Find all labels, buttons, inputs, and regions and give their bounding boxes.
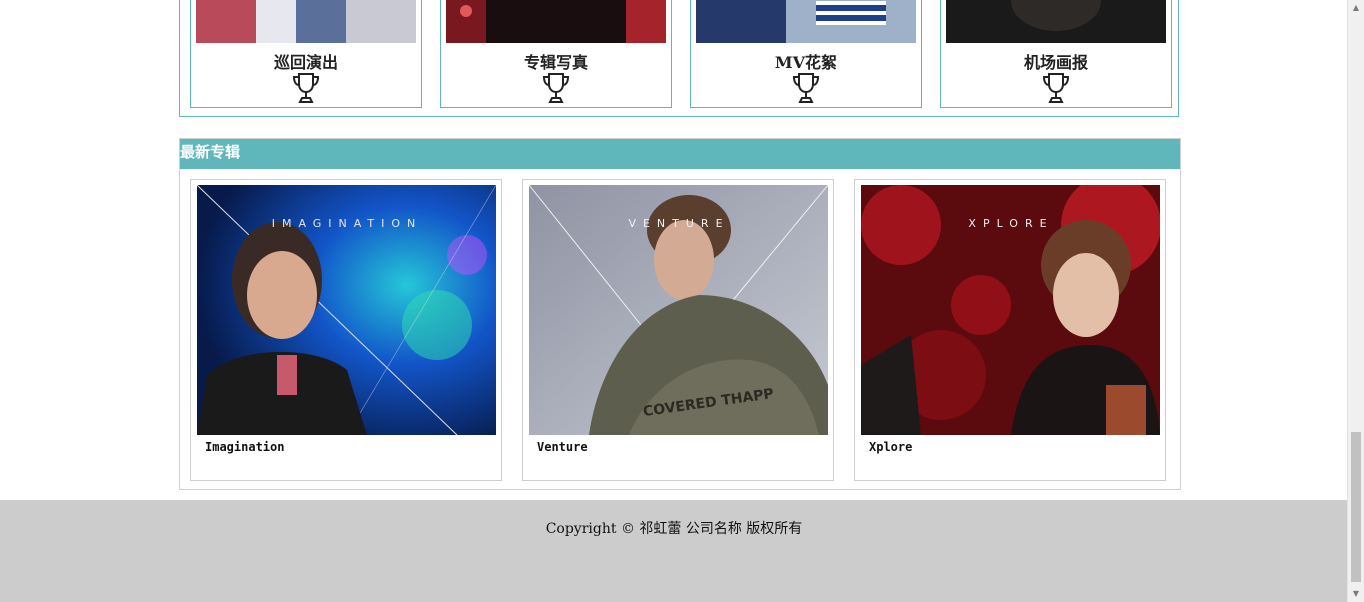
album-name[interactable]: Imagination [205,440,284,454]
scroll-up-arrow-icon[interactable]: ▲ [1348,0,1364,16]
album-card-xplore[interactable]: XPLORE Xplore [854,179,1166,481]
album-card-venture[interactable]: COVERED THAPP VENTURE Venture [522,179,834,481]
category-card-album-photos[interactable]: 专辑写真 [440,0,672,108]
trophy-icon [792,73,820,103]
category-thumbnail [446,0,666,43]
album-cover-image[interactable]: XPLORE [861,185,1160,435]
category-card-mv[interactable]: MV花絮 [690,0,922,108]
trophy-icon [1042,73,1070,103]
category-label: 专辑写真 [523,53,588,72]
latest-albums-section: 最新专辑 IMAGINATION Imagination COVERED THA… [179,138,1181,490]
category-label: 巡回演出 [273,53,338,72]
category-label: MV花絮 [774,53,838,72]
category-thumbnail [196,0,416,43]
album-cover-image[interactable]: IMAGINATION [197,185,496,435]
scroll-down-arrow-icon[interactable]: ▼ [1348,586,1364,602]
album-cover-image[interactable]: COVERED THAPP VENTURE [529,185,828,435]
section-title: 最新专辑 [180,139,1180,169]
category-card-airport[interactable]: 机场画报 [940,0,1172,108]
category-label: 机场画报 [1023,53,1088,72]
category-thumbnail [696,0,916,43]
vertical-scrollbar[interactable]: ▲ ▼ [1347,0,1364,602]
cover-title-text: VENTURE [628,217,729,230]
album-name[interactable]: Venture [537,440,588,454]
cover-title-text: IMAGINATION [272,217,423,230]
footer: Copyright © 祁虹蕾 公司名称 版权所有 [0,500,1348,602]
trophy-icon [542,73,570,103]
album-card-imagination[interactable]: IMAGINATION Imagination [190,179,502,481]
category-card-tour[interactable]: 巡回演出 [190,0,422,108]
category-section: 巡回演出 专辑写真 MV花絮 机场画报 [179,0,1179,117]
album-name[interactable]: Xplore [869,440,912,454]
cover-title-text: XPLORE [968,217,1053,230]
copyright-text: Copyright © 祁虹蕾 公司名称 版权所有 [545,521,803,537]
scrollbar-thumb[interactable] [1351,432,1361,582]
trophy-icon [292,73,320,103]
category-thumbnail [946,0,1166,43]
